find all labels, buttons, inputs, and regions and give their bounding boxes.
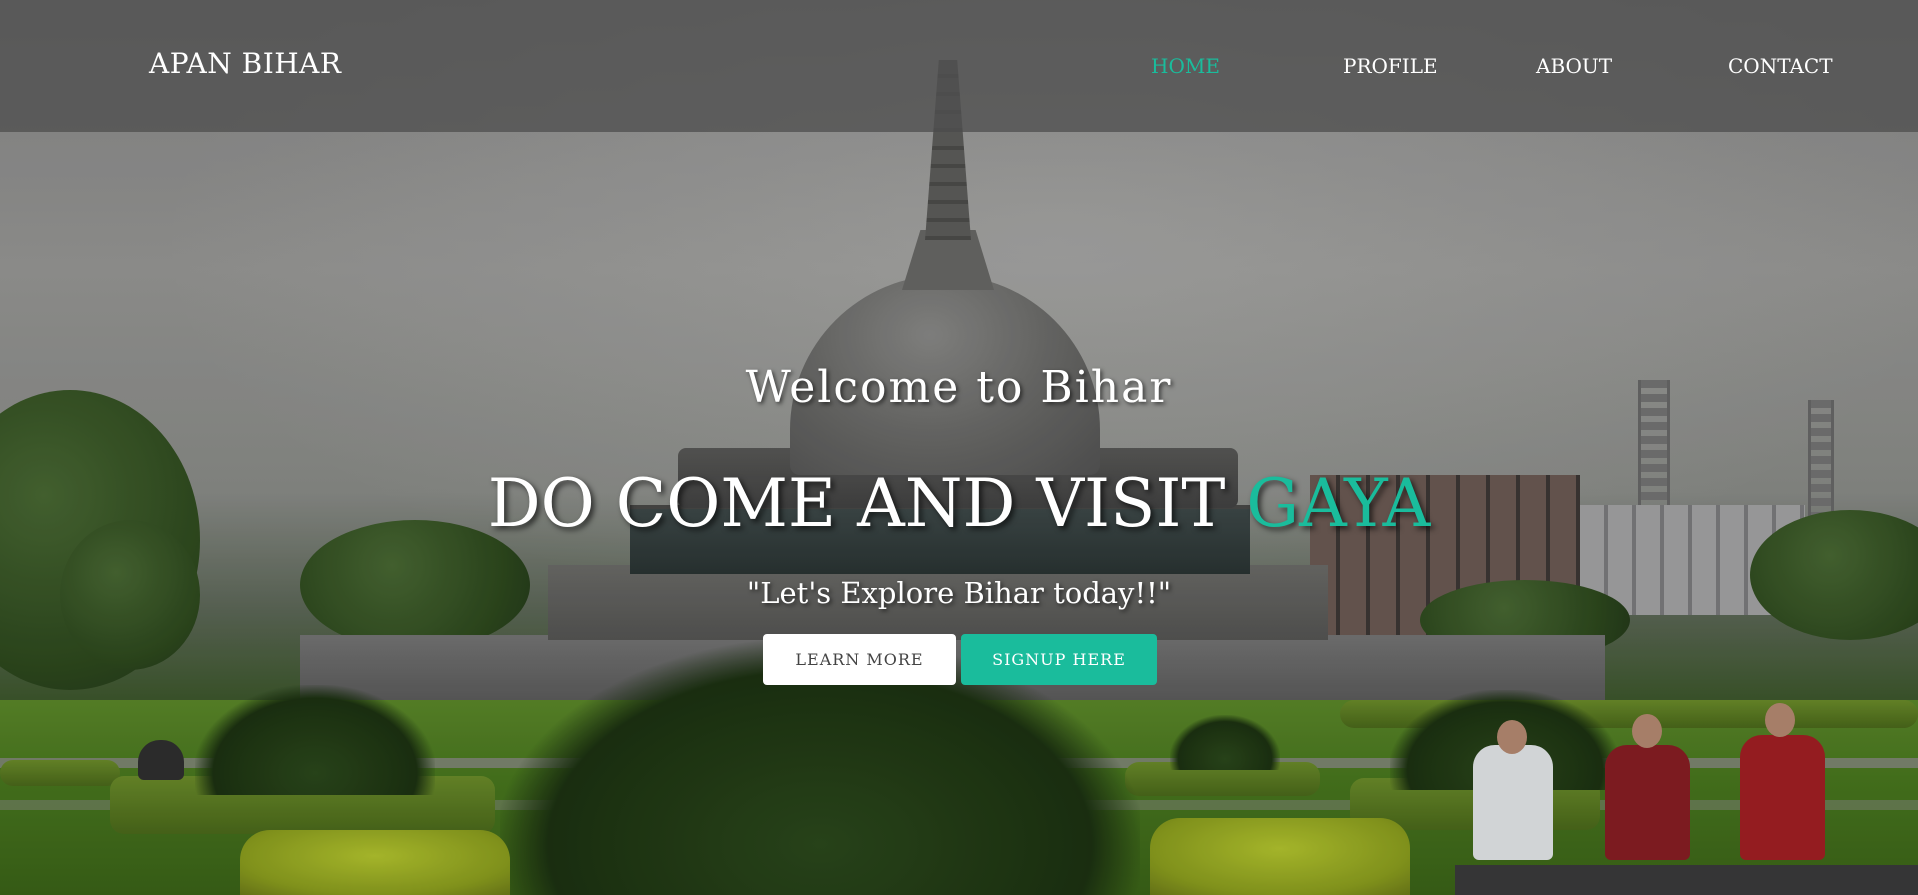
background-photo: [0, 0, 1918, 895]
welcome-heading: Welcome to Bihar: [745, 362, 1173, 413]
dark-overlay: [0, 0, 1918, 895]
navbar: APAN BIHAR HOME PROFILE ABOUT CONTACT: [0, 0, 1918, 132]
brand-logo[interactable]: APAN BIHAR: [149, 47, 341, 80]
learn-more-button[interactable]: LEARN MORE: [763, 634, 956, 685]
headline-text: DO COME AND VISIT: [487, 465, 1247, 542]
tagline: "Let's Explore Bihar today!!": [746, 576, 1172, 610]
nav-link-contact[interactable]: CONTACT: [1728, 54, 1833, 78]
main-headline: DO COME AND VISIT GAYA: [0, 465, 1918, 542]
nav-link-home[interactable]: HOME: [1151, 54, 1220, 78]
nav-link-profile[interactable]: PROFILE: [1343, 54, 1438, 78]
signup-button[interactable]: SIGNUP HERE: [961, 634, 1157, 685]
nav-link-about[interactable]: ABOUT: [1536, 54, 1612, 78]
hero-section: APAN BIHAR HOME PROFILE ABOUT CONTACT We…: [0, 0, 1918, 895]
headline-accent: GAYA: [1246, 465, 1431, 542]
